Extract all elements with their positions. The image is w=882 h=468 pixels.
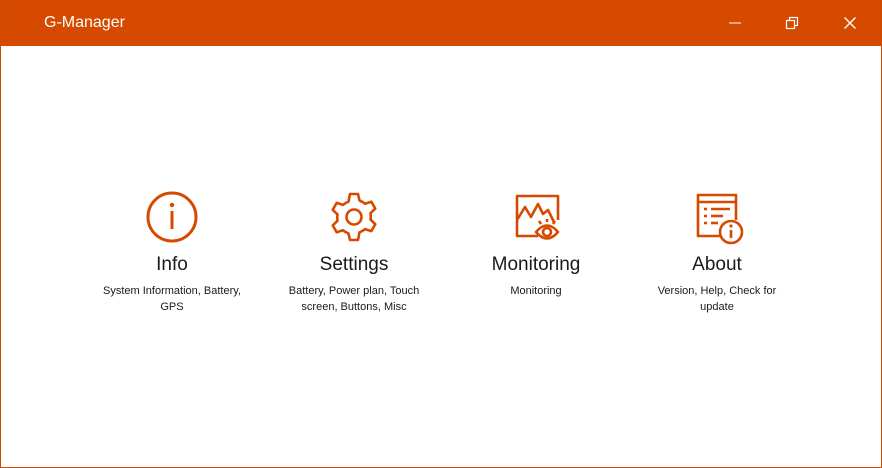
about-label: About	[692, 254, 742, 275]
minimize-icon	[729, 22, 741, 24]
info-label: Info	[156, 254, 188, 275]
restore-icon	[785, 16, 799, 30]
app-window: G-Manager Info System Information, Batte…	[0, 0, 882, 468]
monitoring-chart-eye-icon	[515, 194, 560, 240]
info-tile[interactable]: Info System Information, Battery, GPS	[92, 190, 252, 315]
monitoring-label: Monitoring	[491, 254, 581, 275]
info-circle-icon	[146, 191, 198, 243]
title-bar[interactable]: G-Manager	[1, 0, 881, 46]
info-description: System Information, Battery, GPS	[103, 285, 241, 313]
monitoring-tile[interactable]: Monitoring Monitoring	[456, 190, 616, 299]
settings-description: Battery, Power plan, Touch screen, Butto…	[288, 285, 420, 313]
about-document-info-icon	[696, 193, 744, 245]
restore-button[interactable]	[769, 0, 815, 46]
minimize-button[interactable]	[712, 0, 758, 46]
gear-icon	[331, 192, 377, 242]
window-title: G-Manager	[44, 14, 125, 31]
about-description: Version, Help, Check for update	[657, 285, 777, 313]
close-icon	[844, 17, 856, 29]
settings-tile[interactable]: Settings Battery, Power plan, Touch scre…	[274, 190, 434, 315]
monitoring-description: Monitoring	[510, 285, 562, 297]
settings-label: Settings	[319, 254, 389, 275]
close-button[interactable]	[827, 0, 873, 46]
about-tile[interactable]: About Version, Help, Check for update	[637, 190, 797, 315]
